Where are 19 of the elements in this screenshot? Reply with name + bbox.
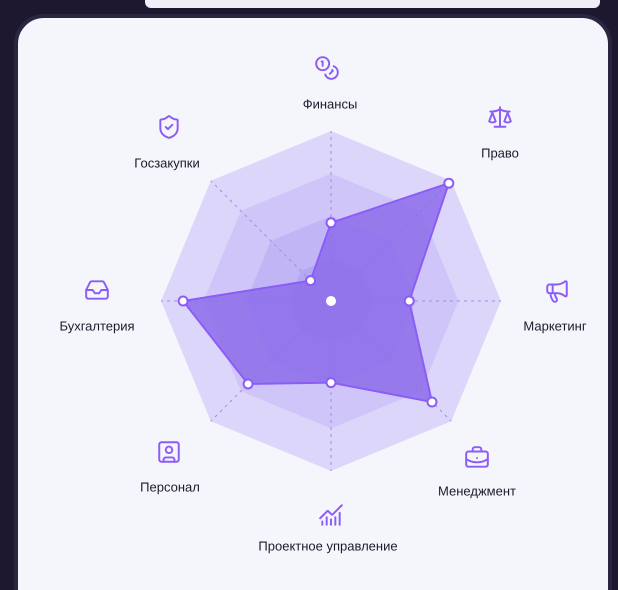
radar-point — [305, 275, 316, 286]
scales-icon — [487, 104, 513, 130]
axis-label: Бухгалтерия — [59, 317, 135, 336]
megaphone-icon — [544, 278, 570, 304]
chart-icon — [318, 502, 344, 528]
axis-label: Финансы — [302, 95, 358, 114]
contact-card-icon — [156, 439, 182, 465]
center-point — [326, 296, 336, 306]
axis-label: Персонал — [140, 478, 200, 496]
axis-label: Право — [481, 144, 519, 162]
radar-point — [404, 296, 415, 306]
axis-label: Менеджмент — [438, 482, 516, 500]
radar-point — [326, 377, 336, 388]
radar-point — [326, 217, 336, 228]
coins-icon — [314, 55, 340, 81]
axis-label: Проектное управление — [258, 537, 398, 556]
axis-label: Маркетинг — [523, 317, 587, 336]
axis-label: Госзакупки — [134, 154, 200, 172]
radar-point — [242, 378, 254, 390]
